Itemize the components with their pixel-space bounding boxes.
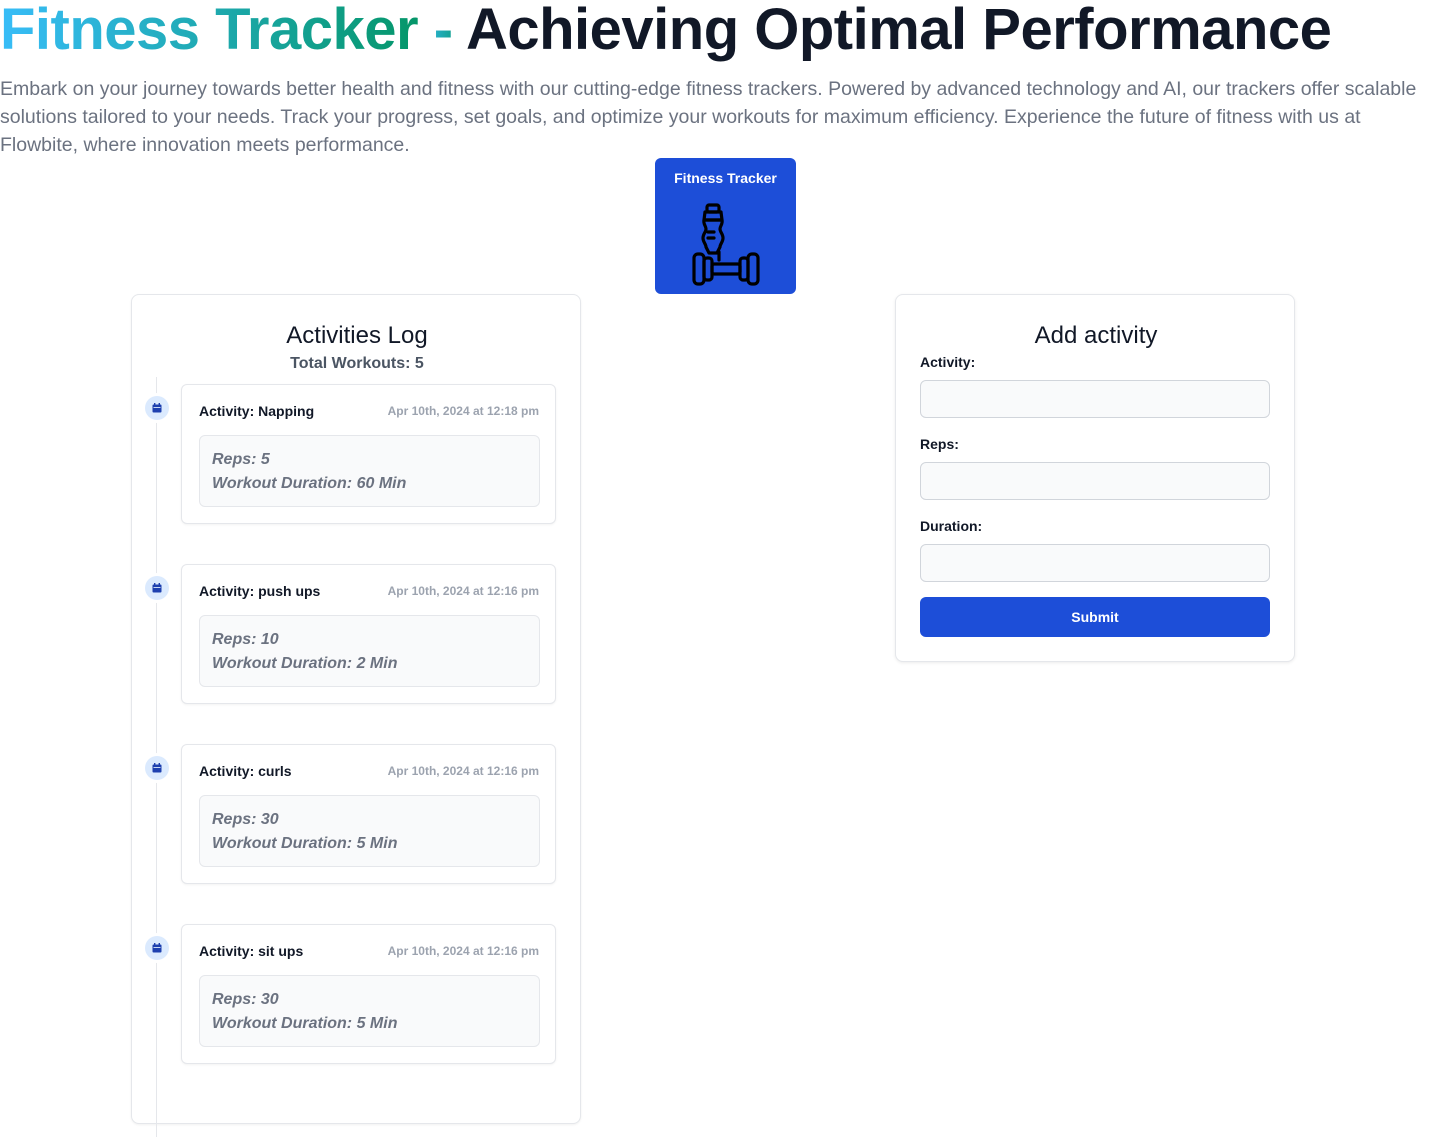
activities-log-title: Activities Log <box>286 322 428 349</box>
activity-card: Activity: sit ups Apr 10th, 2024 at 12:1… <box>181 924 556 1064</box>
activity-card: Activity: Napping Apr 10th, 2024 at 12:1… <box>181 384 556 524</box>
activity-name: Activity: Napping <box>199 403 315 419</box>
activity-card: Activity: curls Apr 10th, 2024 at 12:16 … <box>181 744 556 884</box>
activity-reps: Reps: 30 <box>212 811 279 828</box>
timeline-item: Activity: sit ups Apr 10th, 2024 at 12:1… <box>132 924 582 1076</box>
add-activity-title: Add activity <box>1034 322 1158 349</box>
submit-button[interactable]: Submit <box>920 597 1270 637</box>
activity-details: Reps: 30 Workout Duration: 5 Min <box>199 975 540 1047</box>
timeline-item: Activity: push ups Apr 10th, 2024 at 12:… <box>132 564 582 716</box>
logo-title: Fitness Tracker <box>674 170 777 186</box>
activity-name: Activity: sit ups <box>199 943 304 959</box>
calendar-icon <box>145 756 169 780</box>
reps-label: Reps: <box>920 436 959 452</box>
page-title: Fitness Tracker - Achieving Optimal Perf… <box>0 0 1443 60</box>
activity-details: Reps: 5 Workout Duration: 60 Min <box>199 435 540 507</box>
activity-reps: Reps: 30 <box>212 991 279 1008</box>
activity-timestamp: Apr 10th, 2024 at 12:16 pm <box>387 764 539 778</box>
activity-details: Reps: 30 Workout Duration: 5 Min <box>199 795 540 867</box>
activity-timestamp: Apr 10th, 2024 at 12:16 pm <box>387 584 539 598</box>
logo-card: Fitness Tracker <box>655 158 796 294</box>
activity-name: Activity: push ups <box>199 583 321 599</box>
activity-duration: Workout Duration: 5 Min <box>212 1015 398 1032</box>
activity-card: Activity: push ups Apr 10th, 2024 at 12:… <box>181 564 556 704</box>
calendar-icon <box>145 936 169 960</box>
calendar-icon <box>145 396 169 420</box>
page-title-rest: Achieving Optimal Performance <box>465 0 1332 62</box>
activity-reps: Reps: 5 <box>212 451 270 468</box>
total-workouts: Total Workouts: 5 <box>290 355 424 372</box>
activity-timestamp: Apr 10th, 2024 at 12:16 pm <box>387 944 539 958</box>
calendar-icon <box>145 576 169 600</box>
activity-input[interactable] <box>920 380 1270 418</box>
activity-name: Activity: curls <box>199 763 292 779</box>
page-title-dash: - <box>418 0 466 62</box>
duration-input[interactable] <box>920 544 1270 582</box>
activity-details: Reps: 10 Workout Duration: 2 Min <box>199 615 540 687</box>
hero-section: Fitness Tracker - Achieving Optimal Perf… <box>0 0 1443 159</box>
activity-duration: Workout Duration: 60 Min <box>212 475 407 492</box>
page-description: Embark on your journey towards better he… <box>0 78 1417 156</box>
activity-timestamp: Apr 10th, 2024 at 12:18 pm <box>387 404 539 418</box>
page-title-highlight: Fitness Tracker <box>0 0 419 62</box>
reps-input[interactable] <box>920 462 1270 500</box>
activity-reps: Reps: 10 <box>212 631 279 648</box>
activities-log-card: Activities Log Total Workouts: 5 Activit… <box>131 294 582 1137</box>
activity-duration: Workout Duration: 2 Min <box>212 655 398 672</box>
activity-duration: Workout Duration: 5 Min <box>212 835 398 852</box>
activity-label: Activity: <box>920 354 976 370</box>
timeline-item: Activity: curls Apr 10th, 2024 at 12:16 … <box>132 744 582 896</box>
timeline-item: Activity: Napping Apr 10th, 2024 at 12:1… <box>132 384 582 536</box>
fitness-bottle-dumbbell-icon <box>692 203 760 286</box>
add-activity-card: Add activity Activity: Reps: Duration: S… <box>895 294 1295 662</box>
duration-label: Duration: <box>920 518 983 534</box>
